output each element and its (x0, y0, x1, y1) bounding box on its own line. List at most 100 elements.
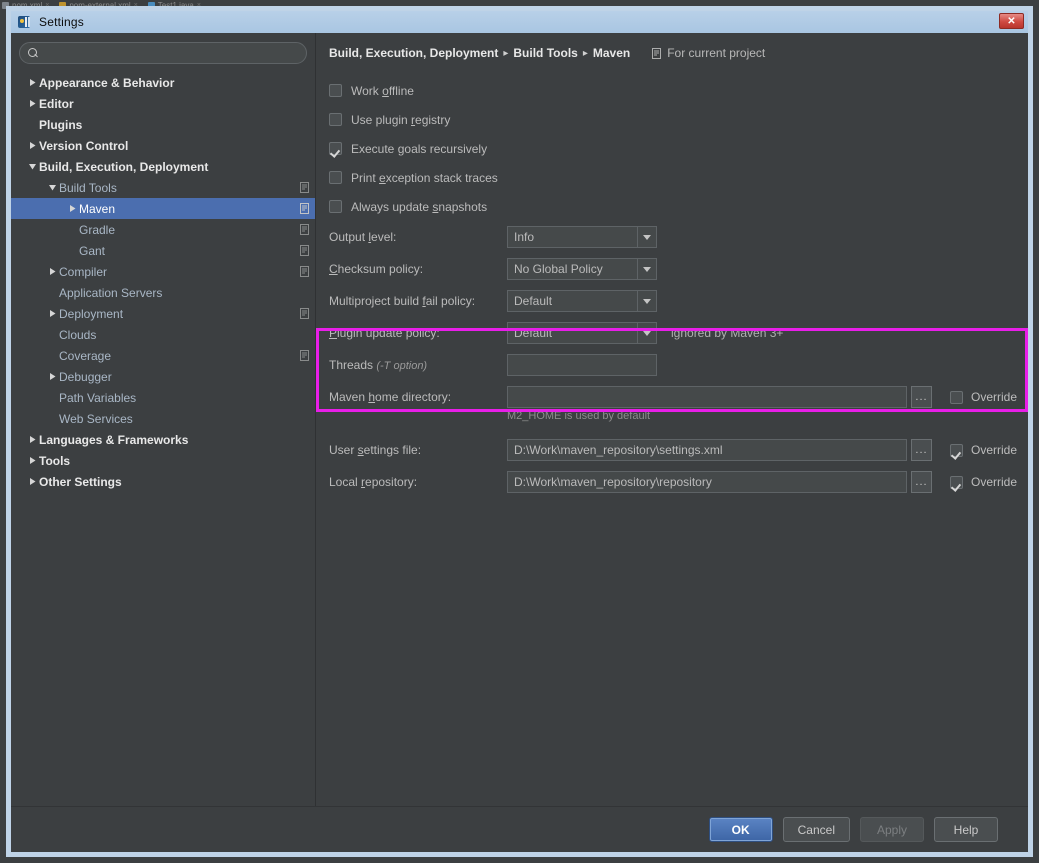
dialog-title-bar[interactable]: Settings ✕ (11, 11, 1028, 33)
sidebar-item-clouds[interactable]: Clouds (11, 324, 315, 345)
chevron-right-icon[interactable] (25, 78, 39, 87)
sidebar-item-application-servers[interactable]: Application Servers (11, 282, 315, 303)
plugin-update-policy-note: ignored by Maven 3+ (671, 326, 784, 340)
print-exception-stack-traces-checkbox[interactable] (329, 171, 342, 184)
user-settings-file-override-group[interactable]: Override (950, 443, 1017, 457)
maven-home-browse-button[interactable]: ... (911, 386, 932, 408)
maven-home-directory-label: Maven home directory: (329, 390, 452, 404)
checksum-policy-dropdown[interactable]: No Global Policy (507, 258, 657, 280)
local-repository-override-checkbox[interactable] (950, 475, 963, 489)
chevron-right-icon[interactable] (45, 267, 59, 276)
use-plugin-registry-checkbox[interactable] (329, 113, 342, 126)
sidebar-item-languages-frameworks[interactable]: Languages & Frameworks (11, 429, 315, 450)
label-part: Execute (351, 141, 398, 156)
maven-home-override-checkbox[interactable] (950, 390, 963, 404)
chevron-right-icon[interactable] (25, 99, 39, 108)
row-output-level: Output level: Info (329, 221, 1028, 253)
row-multiproject-fail-policy: Multiproject build fail policy: Default (329, 285, 1028, 317)
breadcrumb-crumb: Maven (592, 46, 631, 60)
maven-home-directory-input[interactable] (507, 386, 907, 408)
work-offline-checkbox[interactable] (329, 84, 342, 97)
maven-home-override-group[interactable]: Override (950, 390, 1017, 404)
user-settings-file-override-checkbox[interactable] (950, 443, 963, 457)
breadcrumb-separator: ▸ (503, 47, 509, 59)
chevron-right-icon (49, 373, 55, 380)
row-print-exception-stack-traces[interactable]: Print exception stack traces (329, 163, 1028, 192)
chevron-right-icon[interactable] (25, 477, 39, 486)
sidebar-item-maven[interactable]: Maven (11, 198, 315, 219)
sidebar-item-web-services[interactable]: Web Services (11, 408, 315, 429)
execute-goals-recursively-checkbox[interactable] (329, 142, 342, 155)
label-part: oals recursively (404, 141, 488, 156)
search-box[interactable] (19, 42, 307, 64)
mnemonic-char: o (382, 83, 389, 98)
search-input[interactable] (44, 46, 298, 60)
user-settings-file-label: User settings file: (329, 443, 422, 457)
local-repository-label: Local repository: (329, 475, 418, 489)
sidebar-item-compiler[interactable]: Compiler (11, 261, 315, 282)
project-scope-icon (300, 350, 309, 361)
row-use-plugin-registry[interactable]: Use plugin registry (329, 105, 1028, 134)
sidebar-item-label: Tools (39, 453, 71, 468)
row-work-offline[interactable]: Work offline (329, 76, 1028, 105)
sidebar-item-editor[interactable]: Editor (11, 93, 315, 114)
sidebar-item-deployment[interactable]: Deployment (11, 303, 315, 324)
chevron-down-icon (637, 259, 656, 279)
chevron-right-icon (29, 478, 35, 485)
user-settings-file-browse-button[interactable]: ... (911, 439, 932, 461)
ok-button[interactable]: OK (708, 817, 773, 842)
row-execute-goals-recursively[interactable]: Execute goals recursively (329, 134, 1028, 163)
sidebar-item-label: Web Services (59, 411, 133, 426)
local-repository-browse-button[interactable]: ... (911, 471, 932, 493)
cancel-button[interactable]: Cancel (782, 817, 850, 842)
multiproject-fail-policy-dropdown[interactable]: Default (507, 290, 657, 312)
use-plugin-registry-label: Use plugin registry (351, 113, 450, 127)
sidebar-item-build-execution-deployment[interactable]: Build, Execution, Deployment (11, 156, 315, 177)
chevron-down-icon[interactable] (25, 162, 39, 171)
sidebar-item-label: Compiler (59, 264, 108, 279)
sidebar-item-label: Version Control (39, 138, 129, 153)
row-checksum-policy: Checksum policy: No Global Policy (329, 253, 1028, 285)
row-threads: Threads (-T option) (329, 349, 1028, 381)
sidebar-item-plugins[interactable]: Plugins (11, 114, 315, 135)
sidebar-item-label: Gant (79, 243, 106, 258)
sidebar-item-coverage[interactable]: Coverage (11, 345, 315, 366)
local-repository-input[interactable]: D:\Work\maven_repository\repository (507, 471, 907, 493)
user-settings-file-input[interactable]: D:\Work\maven_repository\settings.xml (507, 439, 907, 461)
sidebar-item-debugger[interactable]: Debugger (11, 366, 315, 387)
print-exception-stack-traces-label: Print exception stack traces (351, 171, 498, 185)
plugin-update-policy-value: Default (514, 326, 553, 340)
project-scope-icon (298, 265, 311, 278)
output-level-dropdown[interactable]: Info (507, 226, 657, 248)
sidebar-item-gant[interactable]: Gant (11, 240, 315, 261)
sidebar-item-label: Clouds (59, 327, 97, 342)
chevron-right-icon[interactable] (25, 435, 39, 444)
chevron-down-icon[interactable] (45, 183, 59, 192)
dialog-footer: OK Cancel Apply Help (11, 806, 1028, 852)
sidebar-item-label: Path Variables (59, 390, 137, 405)
close-icon[interactable]: ✕ (999, 13, 1024, 29)
chevron-right-icon (29, 457, 35, 464)
sidebar-item-label: Deployment (59, 306, 124, 321)
sidebar-item-version-control[interactable]: Version Control (11, 135, 315, 156)
row-always-update-snapshots[interactable]: Always update snapshots (329, 192, 1028, 221)
sidebar-item-gradle[interactable]: Gradle (11, 219, 315, 240)
sidebar-item-appearance-behavior[interactable]: Appearance & Behavior (11, 72, 315, 93)
sidebar-item-tools[interactable]: Tools (11, 450, 315, 471)
chevron-right-icon[interactable] (25, 141, 39, 150)
sidebar-item-other-settings[interactable]: Other Settings (11, 471, 315, 492)
sidebar-item-build-tools[interactable]: Build Tools (11, 177, 315, 198)
search-icon (28, 47, 39, 59)
always-update-snapshots-checkbox[interactable] (329, 200, 342, 213)
chevron-right-icon[interactable] (45, 309, 59, 318)
chevron-right-icon[interactable] (65, 204, 79, 213)
plugin-update-policy-dropdown[interactable]: Default (507, 322, 657, 344)
chevron-right-icon[interactable] (25, 456, 39, 465)
help-button[interactable]: Help (934, 817, 998, 842)
sidebar-item-path-variables[interactable]: Path Variables (11, 387, 315, 408)
project-scope-icon (298, 202, 311, 215)
sidebar-item-label: Appearance & Behavior (39, 75, 175, 90)
chevron-right-icon[interactable] (45, 372, 59, 381)
threads-input[interactable] (507, 354, 657, 376)
local-repository-override-group[interactable]: Override (950, 475, 1017, 489)
